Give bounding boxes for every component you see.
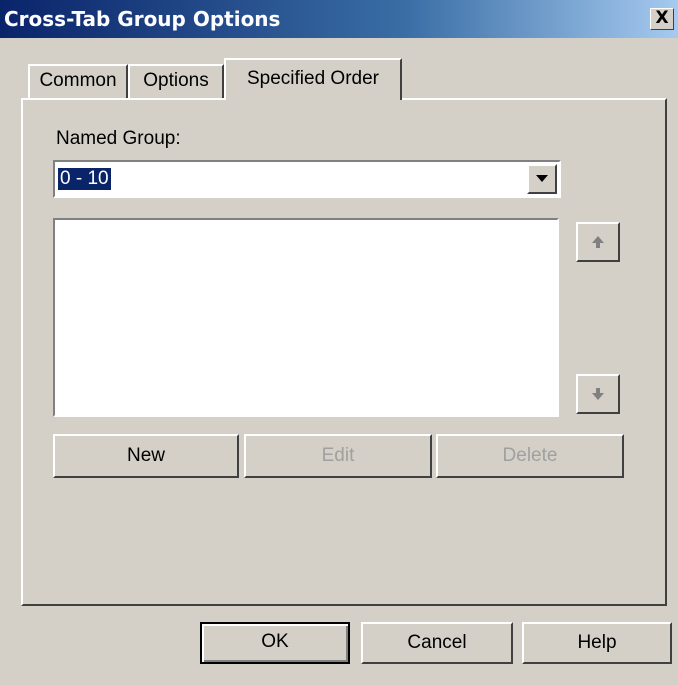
arrow-down-icon — [592, 388, 604, 400]
ok-button[interactable]: OK — [200, 622, 350, 664]
new-button[interactable]: New — [53, 434, 239, 478]
move-down-button[interactable] — [576, 374, 620, 414]
dropdown-button[interactable] — [527, 164, 557, 194]
new-button-label: New — [126, 445, 165, 466]
delete-button[interactable]: Delete — [436, 434, 624, 478]
delete-button-label: Delete — [502, 445, 558, 466]
close-button[interactable]: X — [650, 8, 674, 30]
arrow-up-icon — [592, 236, 604, 248]
tab-specified-order-label: Specified Order — [246, 68, 379, 89]
help-button[interactable]: Help — [522, 622, 672, 664]
edit-button-label: Edit — [321, 445, 355, 466]
window-title: Cross-Tab Group Options — [4, 7, 281, 31]
tab-options[interactable]: Options — [128, 64, 224, 98]
move-up-button[interactable] — [576, 222, 620, 262]
close-icon: X — [655, 8, 669, 28]
tab-options-label: Options — [143, 70, 209, 91]
ok-button-label: OK — [261, 631, 289, 652]
edit-button[interactable]: Edit — [244, 434, 432, 478]
cancel-button-label: Cancel — [407, 632, 467, 653]
help-button-label: Help — [577, 632, 617, 653]
title-bar[interactable]: Cross-Tab Group Options X — [0, 0, 678, 38]
tab-specified-order[interactable]: Specified Order — [224, 58, 402, 100]
tab-common-label: Common — [39, 70, 117, 91]
named-group-dropdown[interactable]: 0 - 10 — [53, 160, 561, 198]
cancel-button[interactable]: Cancel — [361, 622, 513, 664]
named-group-value: 0 - 10 — [58, 168, 111, 190]
named-group-label: Named Group: — [56, 128, 181, 149]
tab-common[interactable]: Common — [28, 64, 128, 98]
group-list[interactable] — [53, 218, 559, 417]
chevron-down-icon — [536, 175, 548, 182]
